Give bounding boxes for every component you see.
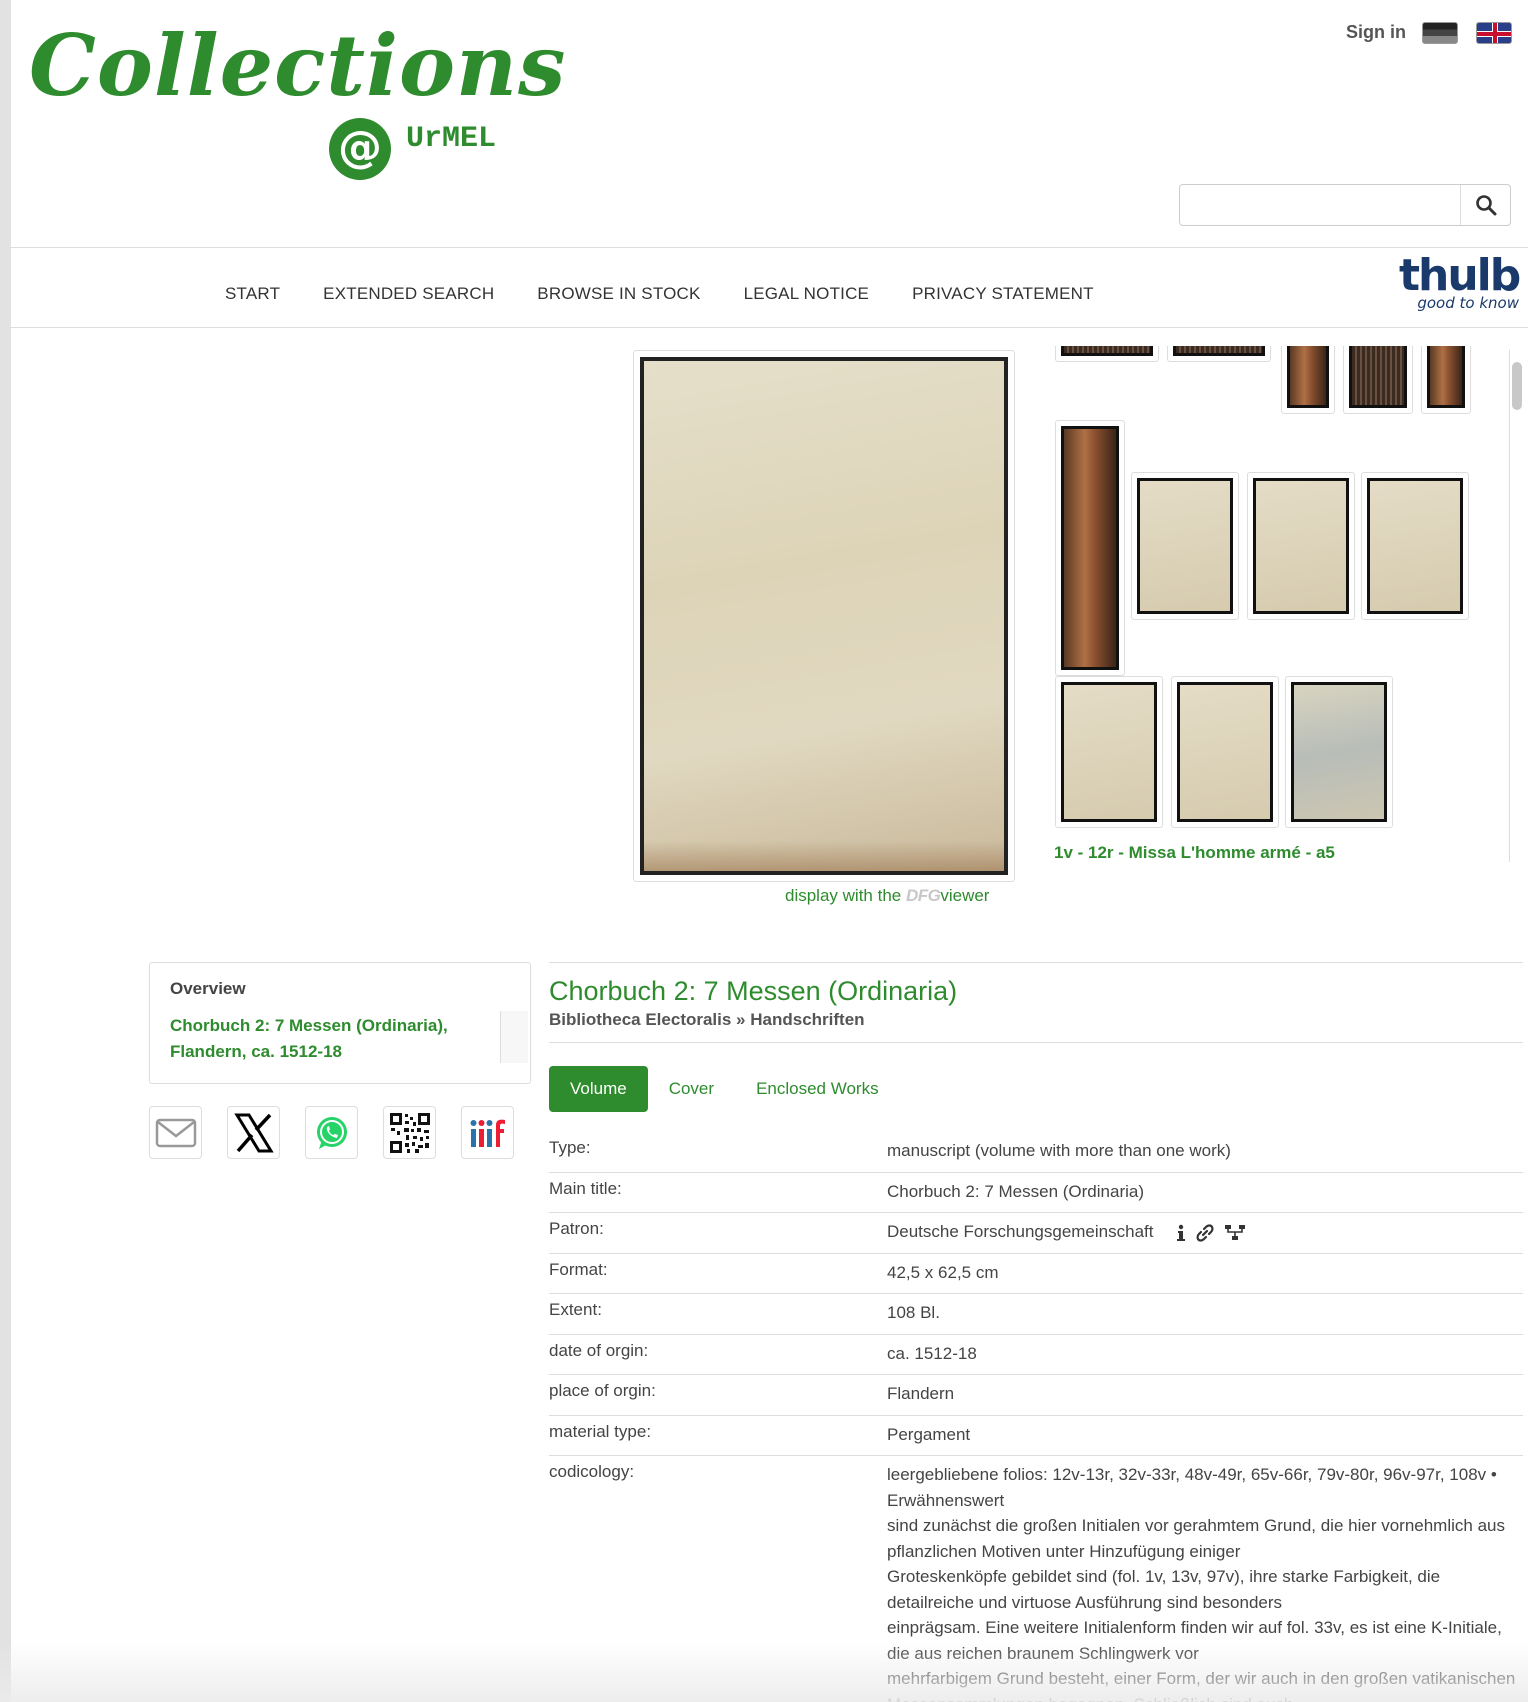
thumbnail-scrollbar[interactable] (1509, 350, 1523, 862)
dfg-viewer-link[interactable]: display with the DFGviewer (785, 886, 989, 906)
table-row: place of orgin: Flandern (549, 1375, 1523, 1416)
uk-flag-icon[interactable] (1476, 22, 1512, 44)
meta-value: Chorbuch 2: 7 Messen (Ordinaria) (887, 1181, 1145, 1201)
search-button[interactable] (1460, 185, 1510, 225)
thumbnail[interactable] (1055, 346, 1159, 362)
dfg-suffix: viewer (940, 886, 990, 905)
overview-panel: Overview Chorbuch 2: 7 Messen (Ordinaria… (149, 962, 531, 1084)
table-row: Main title: Chorbuch 2: 7 Messen (Ordina… (549, 1173, 1523, 1213)
meta-value: Flandern (887, 1384, 955, 1403)
table-row: Format: 42,5 x 62,5 cm (549, 1254, 1523, 1294)
email-icon (155, 1118, 196, 1147)
search-input[interactable] (1180, 185, 1460, 225)
meta-value: ca. 1512-18 (887, 1343, 977, 1363)
meta-key: date of orgin: (549, 1340, 649, 1360)
thumbnail[interactable] (1421, 346, 1471, 414)
meta-key: Type: (549, 1138, 591, 1157)
scrollbar-thumb[interactable] (1512, 362, 1522, 410)
main-nav: START EXTENDED SEARCH BROWSE IN STOCK LE… (225, 284, 1137, 304)
iiif-share-button[interactable] (461, 1106, 514, 1159)
meta-key: Patron: (549, 1219, 604, 1238)
metadata-table: Type: manuscript (volume with more than … (549, 1132, 1523, 1702)
bottom-fade (0, 1642, 1528, 1702)
thulb-logo[interactable]: thulb good to know (1399, 250, 1521, 316)
whatsapp-icon (316, 1116, 347, 1149)
breadcrumb[interactable]: Bibliotheca Electoralis » Handschriften (549, 1010, 865, 1030)
meta-key: material type: (549, 1421, 652, 1441)
overview-title: Overview (170, 979, 246, 998)
nav-privacy-statement[interactable]: PRIVACY STATEMENT (912, 284, 1094, 304)
meta-value: 108 Bl. (887, 1303, 940, 1322)
signin-link[interactable]: Sign in (1346, 22, 1406, 43)
table-row: material type: Pergament (549, 1416, 1523, 1456)
left-gutter (0, 0, 11, 1702)
meta-key: Main title: (549, 1178, 622, 1198)
nav-legal-notice[interactable]: LEGAL NOTICE (744, 284, 870, 304)
search-icon (1475, 195, 1496, 216)
info-icon[interactable] (1176, 1224, 1186, 1242)
thumbnail[interactable] (1167, 346, 1271, 362)
nav-divider-top (11, 247, 1528, 248)
collections-logo[interactable]: Collections @ UrMEL (29, 16, 565, 186)
hierarchy-icon[interactable] (1224, 1224, 1246, 1242)
qr-code-icon (389, 1112, 430, 1153)
patron-name: Deutsche Forschungsgemeinschaft (887, 1222, 1154, 1241)
nav-start[interactable]: START (225, 284, 280, 304)
thulb-tagline: good to know (1417, 294, 1519, 312)
table-row: Patron: Deutsche Forschungsgemeinschaft (549, 1213, 1523, 1254)
logo-urmel: UrMEL (406, 122, 497, 156)
overview-scrollbar[interactable] (500, 1011, 528, 1063)
table-row: date of orgin: ca. 1512-18 (549, 1335, 1523, 1375)
table-row: Extent: 108 Bl. (549, 1294, 1523, 1335)
whatsapp-share-button[interactable] (305, 1106, 358, 1159)
detail-divider (549, 1042, 1523, 1043)
thumbnail[interactable] (1171, 676, 1279, 828)
thumbnail-caption[interactable]: 1v - 12r - Missa L'homme armé - a5 (1054, 843, 1335, 863)
thumbnail[interactable] (1281, 346, 1335, 414)
page: Collections @ UrMEL Sign in START EXTEND… (11, 0, 1528, 1702)
nav-browse-in-stock[interactable]: BROWSE IN STOCK (537, 284, 700, 304)
qr-code-share-button[interactable] (383, 1106, 436, 1159)
search-box (1179, 184, 1511, 226)
thumbnail[interactable] (1055, 420, 1125, 676)
tab-volume[interactable]: Volume (549, 1066, 648, 1112)
main-page-image[interactable] (633, 350, 1015, 882)
thumbnail[interactable] (1343, 346, 1413, 414)
table-row: Type: manuscript (volume with more than … (549, 1132, 1523, 1173)
thumbnail[interactable] (1131, 472, 1239, 620)
logo-at-icon: @ (329, 118, 391, 180)
share-row (149, 1106, 514, 1159)
thulb-wordmark: thulb (1399, 250, 1521, 301)
nav-extended-search[interactable]: EXTENDED SEARCH (323, 284, 494, 304)
dfg-logo: DFG (905, 886, 941, 905)
nav-divider-bottom (11, 327, 1528, 328)
iiif-icon (470, 1119, 505, 1147)
tab-enclosed-works[interactable]: Enclosed Works (735, 1066, 900, 1112)
german-flag-icon[interactable] (1422, 22, 1458, 44)
detail-tabs: Volume Cover Enclosed Works (549, 1066, 900, 1112)
meta-value-patron: Deutsche Forschungsgemeinschaft (887, 1219, 1523, 1245)
thumbnail[interactable] (1361, 472, 1469, 620)
thumbnail-strip (1041, 346, 1511, 862)
email-share-button[interactable] (149, 1106, 202, 1159)
thumbnail[interactable] (1285, 676, 1393, 828)
meta-value: Pergament (887, 1424, 971, 1444)
overview-link[interactable]: Chorbuch 2: 7 Messen (Ordinaria), Flande… (170, 1013, 490, 1065)
dfg-prefix: display with the (785, 886, 906, 905)
meta-key: Extent: (549, 1300, 602, 1319)
meta-key: Format: (549, 1259, 608, 1279)
link-icon[interactable] (1196, 1223, 1214, 1242)
x-icon (233, 1113, 274, 1152)
detail-divider-top (549, 962, 1523, 963)
x-share-button[interactable] (227, 1106, 280, 1159)
meta-value: manuscript (volume with more than one wo… (887, 1141, 1231, 1160)
meta-value: 42,5 x 62,5 cm (887, 1262, 999, 1282)
thumbnail[interactable] (1055, 676, 1163, 828)
thumbnail[interactable] (1247, 472, 1355, 620)
detail-title: Chorbuch 2: 7 Messen (Ordinaria) (549, 976, 958, 1006)
patron-icons (1176, 1223, 1246, 1242)
logo-script: Collections (29, 16, 567, 115)
tab-cover[interactable]: Cover (648, 1066, 735, 1112)
meta-key: place of orgin: (549, 1381, 656, 1400)
